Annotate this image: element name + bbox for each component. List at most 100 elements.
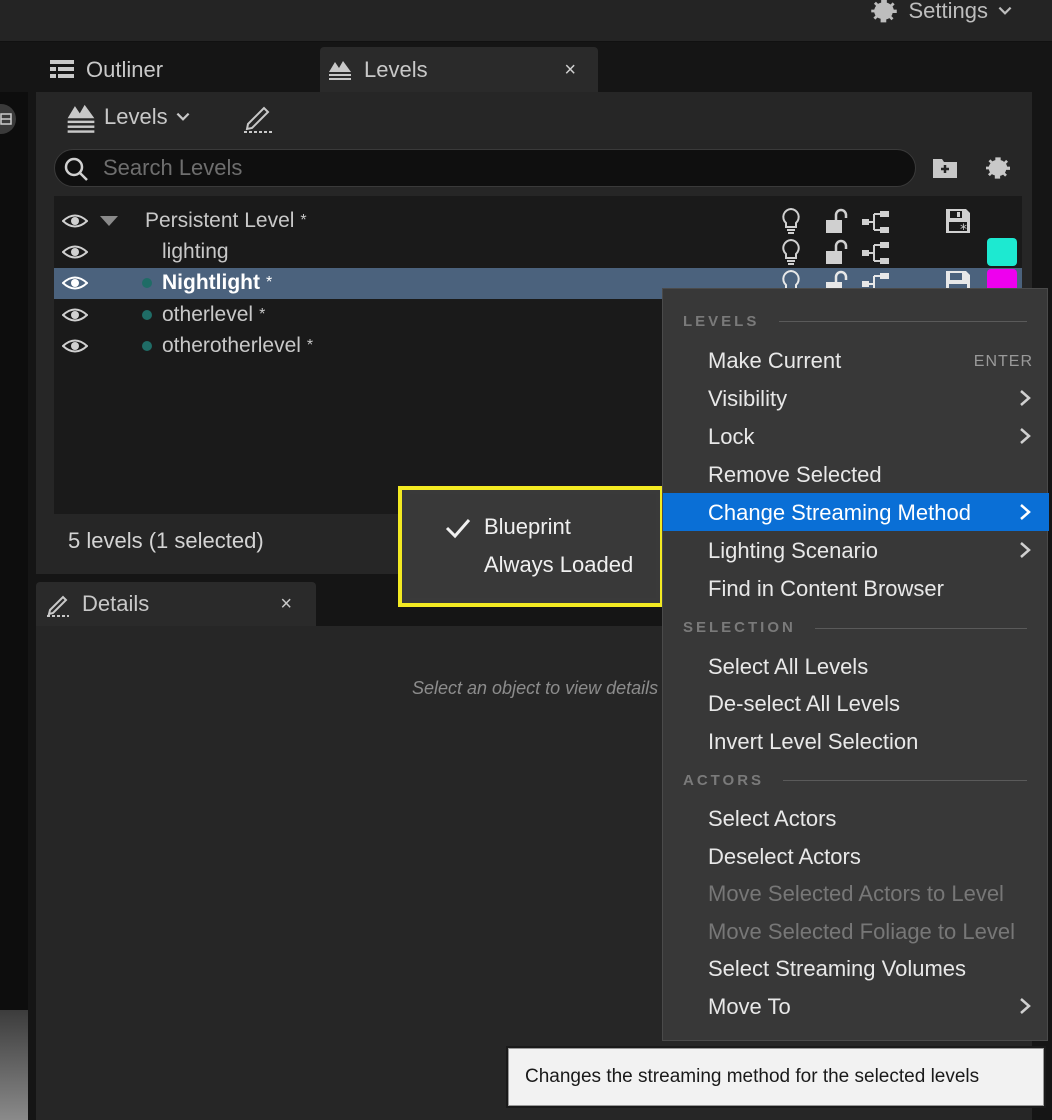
menu-item-find-in-content-browser[interactable]: Find in Content Browser — [663, 569, 1049, 607]
close-icon[interactable]: × — [564, 59, 576, 82]
menu-item-select-streaming-volumes[interactable]: Select Streaming Volumes — [663, 949, 1049, 987]
submenu-item-blueprint[interactable]: Blueprint — [484, 514, 571, 540]
menu-item-select-actors[interactable]: Select Actors — [663, 799, 1049, 837]
divider — [815, 628, 1027, 629]
gear-icon[interactable] — [982, 152, 1014, 184]
new-folder-icon[interactable] — [930, 152, 960, 182]
menu-item-make-current[interactable]: Make Current ENTER — [663, 341, 1049, 379]
tree-row-lighting[interactable]: lighting — [54, 237, 1022, 268]
hierarchy-icon[interactable] — [860, 209, 892, 235]
menu-item-label: Move To — [708, 994, 791, 1019]
divider — [783, 780, 1027, 781]
menu-item-remove-selected[interactable]: Remove Selected — [663, 455, 1049, 493]
tab-outliner-label: Outliner — [86, 57, 164, 82]
row-label: otherotherlevel * — [162, 334, 313, 358]
submenu-item-always-loaded[interactable]: Always Loaded — [484, 552, 633, 578]
tree-row-persistent-level[interactable]: Persistent Level * * — [54, 206, 1022, 237]
hierarchy-icon[interactable] — [860, 240, 892, 266]
tab-levels-label: Levels — [364, 57, 428, 82]
levels-icon — [329, 61, 351, 80]
level-status-dot — [142, 310, 152, 320]
menu-item-label: De-select All Levels — [708, 691, 900, 716]
menu-item-label: Find in Content Browser — [708, 576, 944, 601]
tooltip: Changes the streaming method for the sel… — [508, 1048, 1044, 1106]
save-icon[interactable]: * — [944, 207, 972, 235]
shortcut-label: ENTER — [973, 353, 1033, 370]
menu-item-lock[interactable]: Lock — [663, 417, 1049, 455]
menu-item-move-selected-foliage: Move Selected Foliage to Level — [663, 912, 1049, 950]
unlock-icon[interactable] — [822, 207, 850, 235]
menu-item-label: Lighting Scenario — [708, 538, 879, 563]
eye-icon[interactable] — [62, 272, 88, 294]
levels-status-text: 5 levels (1 selected) — [68, 528, 264, 553]
menu-item-select-all-levels[interactable]: Select All Levels — [663, 647, 1049, 685]
svg-text:*: * — [960, 222, 967, 235]
tooltip-text: Changes the streaming method for the sel… — [525, 1066, 980, 1087]
level-status-dot — [142, 278, 152, 288]
modified-marker: * — [259, 306, 266, 323]
menu-item-move-to[interactable]: Move To — [663, 987, 1049, 1025]
eye-icon[interactable] — [62, 304, 88, 326]
submenu-panel: Blueprint Always Loaded — [410, 494, 656, 598]
menu-item-label: Deselect Actors — [708, 844, 861, 869]
chevron-down-icon — [998, 6, 1012, 15]
menu-item-move-selected-actors: Move Selected Actors to Level — [663, 874, 1049, 912]
row-label: Persistent Level * — [145, 209, 307, 233]
expand-triangle-icon[interactable] — [100, 216, 118, 226]
menu-item-deselect-all-levels[interactable]: De-select All Levels — [663, 684, 1049, 722]
level-status-dot — [142, 341, 152, 351]
menu-item-label: Lock — [708, 424, 755, 449]
menu-item-label: Visibility — [708, 386, 788, 411]
section-header-levels: LEVELS — [683, 313, 760, 330]
details-hint: Select an object to view details — [412, 678, 659, 698]
chevron-right-icon — [1020, 504, 1031, 520]
modified-marker: * — [265, 274, 273, 291]
menu-item-visibility[interactable]: Visibility — [663, 379, 1049, 417]
level-name: lighting — [162, 240, 229, 263]
tab-strip: Outliner Levels × — [28, 43, 1052, 93]
level-name: otherlevel — [162, 303, 254, 326]
levels-toolbar: Levels — [36, 92, 1032, 144]
menu-item-label: Select All Levels — [708, 654, 869, 679]
section-header-selection: SELECTION — [683, 619, 796, 636]
eye-icon[interactable] — [62, 241, 88, 263]
streaming-method-submenu: Blueprint Always Loaded — [398, 486, 664, 607]
levels-context-menu: LEVELS Make Current ENTER Visibility Loc… — [662, 288, 1049, 1041]
tab-details[interactable]: Details × — [36, 582, 316, 626]
checkmark-icon — [445, 519, 471, 539]
lightbulb-icon[interactable] — [780, 207, 802, 235]
edit-pencil-icon[interactable] — [240, 100, 276, 136]
modified-marker: * — [300, 212, 307, 229]
menu-item-label: Make Current — [708, 348, 842, 373]
menu-item-label: Invert Level Selection — [708, 729, 919, 754]
menu-item-label: Select Actors — [708, 806, 837, 831]
settings-button[interactable]: Settings — [867, 0, 1015, 28]
menu-item-label: Remove Selected — [708, 462, 882, 487]
level-color-swatch[interactable] — [987, 238, 1017, 266]
levels-dropdown-label: Levels — [104, 104, 168, 129]
search-icon — [64, 157, 88, 181]
menu-item-invert-level-selection[interactable]: Invert Level Selection — [663, 722, 1049, 760]
menu-item-lighting-scenario[interactable]: Lighting Scenario — [663, 531, 1049, 569]
level-name: otherotherlevel — [162, 334, 301, 357]
viewport-layout-button[interactable] — [0, 104, 16, 134]
tab-levels[interactable]: Levels × — [320, 47, 598, 93]
viewport-floor — [0, 1010, 28, 1120]
menu-item-deselect-actors[interactable]: Deselect Actors — [663, 837, 1049, 875]
chevron-right-icon — [1020, 390, 1031, 406]
levels-dropdown[interactable]: Levels — [64, 100, 192, 134]
eye-icon[interactable] — [62, 335, 88, 357]
section-header-actors: ACTORS — [683, 772, 765, 789]
outliner-icon — [50, 60, 74, 78]
close-icon[interactable]: × — [280, 593, 292, 616]
eye-icon[interactable] — [62, 210, 88, 232]
search-levels[interactable] — [54, 149, 916, 187]
chevron-right-icon — [1020, 998, 1031, 1014]
unlock-icon[interactable] — [822, 238, 850, 266]
top-bar: Settings — [0, 0, 1052, 42]
menu-item-change-streaming-method[interactable]: Change Streaming Method — [663, 493, 1049, 531]
row-label: Nightlight * — [162, 271, 272, 295]
tab-outliner[interactable]: Outliner — [42, 47, 312, 93]
lightbulb-icon[interactable] — [780, 238, 802, 266]
search-input[interactable] — [103, 150, 903, 186]
